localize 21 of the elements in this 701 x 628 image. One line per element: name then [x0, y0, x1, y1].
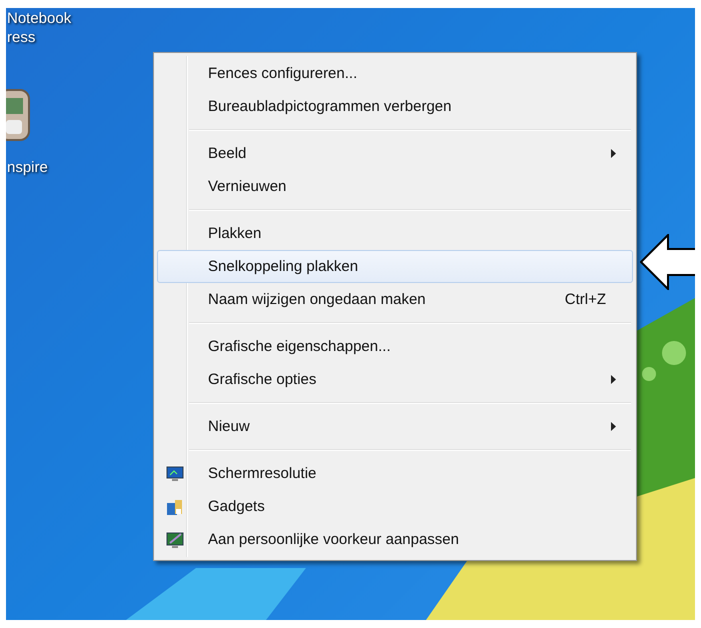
menu-item[interactable]: Aan persoonlijke voorkeur aanpassen — [157, 523, 633, 556]
desktop-icon-label[interactable]: ress — [7, 28, 36, 47]
menu-item[interactable]: Nieuw — [157, 410, 633, 443]
menu-item[interactable]: Naam wijzigen ongedaan maken Ctrl+Z — [157, 283, 633, 316]
menu-item[interactable]: Beeld — [157, 137, 633, 170]
desktop-icon-label[interactable]: Notebook — [7, 9, 72, 28]
menu-item[interactable]: Bureaubladpictogrammen verbergen — [157, 90, 633, 123]
menu-item[interactable]: Snelkoppeling plakken — [157, 250, 633, 283]
personalize-icon — [166, 530, 184, 548]
phone-icon[interactable] — [6, 86, 33, 144]
monitor-icon — [166, 464, 184, 482]
menu-item[interactable]: Plakken — [157, 217, 633, 250]
menu-item[interactable]: Fences configureren... — [157, 57, 633, 90]
gadgets-icon — [166, 498, 184, 516]
menu-item[interactable]: Schermresolutie — [157, 457, 633, 490]
menu-item[interactable]: Grafische opties — [157, 363, 633, 396]
pointer-arrow-icon — [640, 234, 695, 290]
menu-item[interactable]: Grafische eigenschappen... — [157, 330, 633, 363]
menu-item[interactable]: Vernieuwen — [157, 170, 633, 203]
desktop-icon-label[interactable]: nspire — [7, 158, 48, 177]
menu-item[interactable]: Gadgets — [157, 490, 633, 523]
